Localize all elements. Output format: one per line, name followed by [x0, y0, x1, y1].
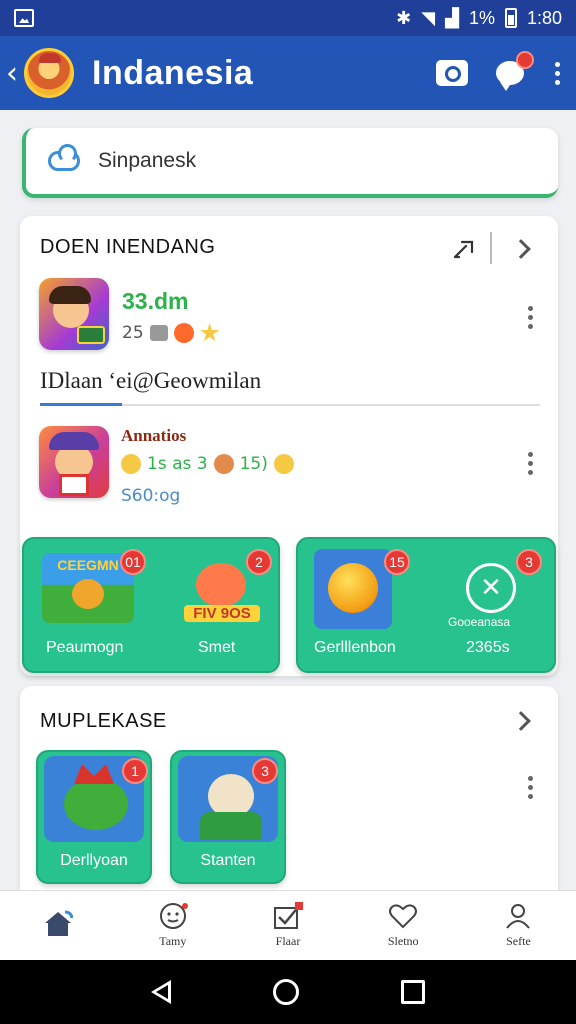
nav-home[interactable] — [0, 891, 115, 960]
art-caption: FIV 9OS — [184, 605, 260, 622]
controller-icon — [149, 325, 168, 341]
game-stats-2: 15) — [239, 454, 268, 474]
home-icon — [44, 910, 73, 936]
back-icon[interactable]: ‹ — [0, 56, 24, 91]
signal-icon: ▟ — [445, 7, 459, 28]
tab-title[interactable]: IDlaan ‘ei@Geowmilan — [40, 368, 261, 394]
share-icon[interactable] — [452, 238, 478, 260]
tile-label: Gerlllenbon — [314, 639, 396, 656]
smile-icon — [121, 454, 141, 474]
search-input[interactable]: Sinpanesk — [98, 149, 196, 173]
tile-label: Derllyoan — [60, 852, 128, 869]
notification-badge: 2 — [246, 549, 272, 575]
home-nav-icon[interactable] — [273, 979, 299, 1005]
chevron-right-icon[interactable] — [511, 711, 531, 731]
app-bar: ‹ Indanesia — [0, 36, 576, 110]
profile-icon — [506, 904, 531, 929]
section-title: MUPLEKASE — [40, 710, 167, 732]
more-options-icon[interactable] — [525, 776, 535, 799]
feature-tile-group-b[interactable]: 15 Gerlllenbon ✕ Gooeanasa 3 2365s — [296, 537, 556, 673]
nav-tamy[interactable]: Tamy — [115, 891, 230, 960]
avatar[interactable] — [24, 48, 74, 98]
search-bar[interactable]: Sinpanesk — [22, 128, 558, 198]
game-title[interactable]: Annatios — [121, 426, 186, 446]
rating-count: 25 — [122, 323, 144, 343]
nav-label: Sletno — [387, 934, 419, 948]
tab-indicator — [40, 403, 540, 406]
back-nav-icon[interactable] — [151, 980, 171, 1004]
nav-label: Tamy — [159, 934, 187, 948]
face-icon — [213, 454, 234, 474]
notification-badge: 01 — [120, 549, 146, 575]
tile-caption: Gooeanasa — [448, 615, 511, 629]
chevron-right-icon[interactable] — [511, 239, 531, 259]
bluetooth-icon: ✱ — [396, 7, 412, 28]
notification-badge: 15 — [384, 549, 410, 575]
emoji-icon — [273, 454, 294, 474]
chat-icon[interactable] — [496, 51, 534, 91]
section-title: DOEN INENDANG — [40, 236, 216, 258]
wifi-icon: ◥ — [421, 7, 436, 28]
game-icon-1[interactable] — [39, 278, 109, 350]
tile-label: Smet — [198, 639, 236, 656]
game-subtitle: S60:og — [121, 486, 181, 506]
tile-label: 2365s — [466, 639, 510, 656]
overflow-menu-icon[interactable] — [552, 61, 562, 85]
game-meta: 25 — [122, 323, 220, 343]
feature-tile-group-a[interactable]: CEEGMN 01 Peaumogn FIV 9OS 2 Smet — [22, 537, 280, 673]
checkbox-icon — [274, 902, 303, 929]
fire-icon — [173, 323, 194, 343]
game-title[interactable]: 33.dm — [122, 288, 188, 315]
game-art — [314, 549, 392, 629]
more-options-icon[interactable] — [525, 452, 535, 475]
game-stats: 1s as 3 — [147, 454, 208, 474]
nav-flaar[interactable]: Flaar — [230, 891, 345, 960]
notification-badge: 3 — [252, 758, 278, 784]
nav-label: Sefte — [506, 934, 531, 948]
tile-label: Stanten — [200, 852, 256, 869]
close-circle-icon[interactable]: ✕ — [466, 563, 516, 613]
nav-sefte[interactable]: Sefte — [461, 891, 576, 960]
game-tile[interactable]: 1 Derllyoan — [36, 750, 152, 884]
game-meta: 1s as 3 15) — [121, 454, 294, 474]
divider — [490, 232, 492, 264]
star-icon — [200, 323, 220, 342]
gallery-notification-icon — [14, 9, 34, 27]
status-bar: ✱ ◥ ▟ 1% 1:80 — [0, 0, 576, 36]
game-tile[interactable]: 3 Stanten — [170, 750, 286, 884]
nav-sletno[interactable]: Sletno — [346, 891, 461, 960]
cloud-icon — [48, 144, 80, 171]
notification-dot — [516, 51, 534, 69]
nav-label: Flaar — [275, 934, 301, 948]
game-icon-2[interactable] — [39, 426, 109, 498]
clock: 1:80 — [526, 7, 562, 28]
heart-icon — [389, 904, 418, 929]
notification-badge: 3 — [516, 549, 542, 575]
camera-icon[interactable] — [436, 60, 468, 86]
notification-badge: 1 — [122, 758, 148, 784]
tile-label: Peaumogn — [46, 639, 124, 656]
more-options-icon[interactable] — [525, 306, 535, 329]
recents-nav-icon[interactable] — [401, 980, 425, 1004]
battery-icon — [504, 8, 517, 28]
page-title: Indanesia — [92, 53, 254, 92]
face-icon — [159, 903, 188, 929]
section-2: MUPLEKASE 1 Derllyoan 3 Stanten — [20, 686, 558, 896]
battery-percent: 1% — [468, 7, 495, 28]
system-navigation — [0, 960, 576, 1024]
bottom-navigation: Tamy Flaar Sletno Sefte — [0, 890, 576, 960]
